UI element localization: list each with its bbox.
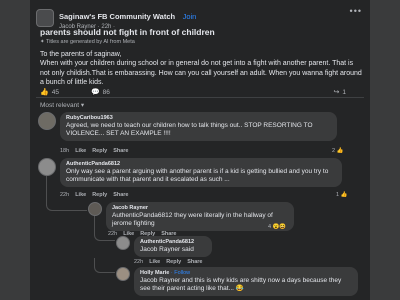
comment-bubble: AuthenticPanda6812 Jacob Rayner said (134, 236, 212, 258)
share-count[interactable]: ↪ 1 (333, 88, 363, 97)
avatar[interactable] (88, 202, 102, 216)
post-dialog: Saginaw's FB Community Watch Join Jacob … (30, 0, 370, 300)
like-button[interactable]: Like (149, 259, 160, 265)
comment-reaction-count[interactable]: 4 😮😆 (268, 224, 286, 230)
divider (36, 97, 364, 98)
commenter-name-link[interactable]: Holly Marie (140, 270, 169, 276)
commenter-name: Holly Marie · Follow (140, 270, 352, 276)
comment-bubble: Jacob Rayner AuthenticPanda6812 they wer… (106, 202, 294, 232)
comment-actions: 18h Like Reply Share (60, 148, 128, 154)
post-title: parents should not fight in front of chi… (40, 27, 215, 37)
avatar[interactable] (38, 112, 56, 130)
comment-reaction-count[interactable]: 2 👍 (332, 148, 343, 154)
avatar[interactable] (116, 267, 130, 281)
commenter-name[interactable]: AuthenticPanda6812 (140, 239, 206, 245)
share-button[interactable]: Share (187, 259, 202, 265)
share-button[interactable]: Share (113, 148, 128, 154)
comment-text: Only way see a parent arguing with anoth… (66, 168, 329, 184)
reply-button[interactable]: Reply (92, 192, 107, 198)
comment-reply: AuthenticPanda6812 Jacob Rayner said (116, 236, 364, 258)
reply-button[interactable]: Reply (166, 259, 181, 265)
comment-reaction-count[interactable]: 1 👍 (336, 192, 347, 198)
thread-connector (94, 232, 115, 241)
like-button[interactable]: Like (75, 148, 86, 154)
commenter-name[interactable]: AuthenticPanda6812 (66, 161, 336, 167)
comment-time[interactable]: 18h (60, 148, 69, 154)
join-button[interactable]: Join (183, 12, 197, 21)
group-name[interactable]: Saginaw's FB Community Watch (59, 12, 175, 21)
post-reactions-bar: 👍 45 💬 86 ↪ 1 (40, 88, 363, 97)
post-body-line: To the parents of saginaw, (40, 51, 122, 58)
thread-connector (94, 258, 115, 273)
comment-sort-dropdown[interactable]: Most relevant ▾ (40, 101, 84, 109)
comment-text: Agreed, we need to teach our children ho… (66, 122, 313, 138)
post-body: To the parents of saginaw, When with you… (40, 50, 362, 87)
group-avatar[interactable] (36, 9, 54, 28)
follow-button[interactable]: · Follow (171, 270, 190, 276)
like-button[interactable]: Like (75, 192, 86, 198)
comment-bubble: Holly Marie · Follow Jacob Rayner and th… (134, 267, 358, 297)
comment-reply: Jacob Rayner AuthenticPanda6812 they wer… (88, 202, 364, 232)
comment-reply: Holly Marie · Follow Jacob Rayner and th… (116, 267, 364, 297)
comment-bubble: RubyCaribou1963 Agreed, we need to teach… (60, 112, 337, 142)
share-button[interactable]: Share (113, 192, 128, 198)
comment: RubyCaribou1963 Agreed, we need to teach… (38, 112, 364, 142)
commenter-name[interactable]: Jacob Rayner (112, 205, 288, 211)
avatar[interactable] (116, 236, 130, 250)
comment-count[interactable]: 💬 86 (90, 88, 126, 97)
thumbs-up-icon: 👍 (40, 89, 49, 96)
comment-text: Jacob Rayner said (140, 246, 194, 253)
share-icon: ↪ (333, 89, 340, 96)
comment-actions: 22h Like Reply Share (60, 192, 128, 198)
comment: AuthenticPanda6812 Only way see a parent… (38, 158, 364, 188)
reply-button[interactable]: Reply (92, 148, 107, 154)
comment-time[interactable]: 22h (134, 259, 143, 265)
reaction-count[interactable]: 👍 45 (40, 88, 75, 97)
comment-time[interactable]: 22h (60, 192, 69, 198)
commenter-name[interactable]: RubyCaribou1963 (66, 115, 331, 121)
thread-connector (46, 200, 87, 211)
comment-text: AuthenticPanda6812 they were literally i… (112, 212, 273, 228)
comment-actions: 22h Like Reply Share (134, 259, 202, 265)
more-options-icon[interactable]: ••• (350, 6, 362, 16)
comment-text: Jacob Rayner and this is why kids are sh… (140, 277, 342, 293)
post-body-line: When with your children during school or… (40, 60, 362, 86)
avatar[interactable] (38, 158, 56, 176)
comment-bubble: AuthenticPanda6812 Only way see a parent… (60, 158, 342, 188)
comment-icon: 💬 (90, 89, 100, 96)
ai-title-note: ✦ Titles are generated by AI from Meta (40, 39, 135, 45)
